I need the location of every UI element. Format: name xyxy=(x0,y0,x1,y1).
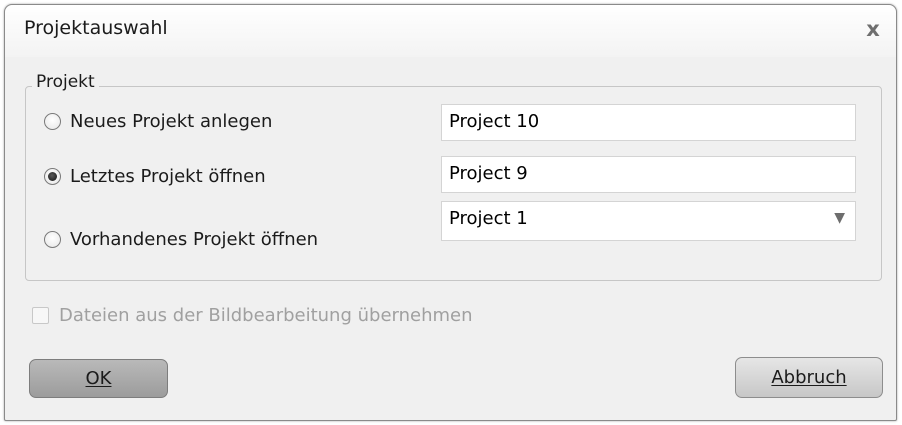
import-files-checkbox xyxy=(32,307,49,324)
close-button[interactable]: x xyxy=(858,14,888,44)
radio-button-last-project[interactable] xyxy=(44,168,61,185)
title-bar: Projektauswahl x xyxy=(5,5,896,57)
radio-button-new-project[interactable] xyxy=(44,113,61,130)
dialog-title: Projektauswahl xyxy=(24,17,168,39)
chevron-down-icon[interactable]: ▼ xyxy=(834,210,845,226)
existing-project-select[interactable]: Project 1 ▼ xyxy=(441,201,856,241)
radio-label-new-project: Neues Projekt anlegen xyxy=(70,111,273,132)
radio-label-existing-project: Vorhandenes Projekt öffnen xyxy=(70,229,319,250)
radio-last-project[interactable]: Letztes Projekt öffnen xyxy=(44,166,266,187)
cancel-button[interactable]: Abbruch xyxy=(735,357,883,398)
import-files-label: Dateien aus der Bildbearbeitung übernehm… xyxy=(59,305,473,326)
close-icon: x xyxy=(866,17,880,41)
radio-label-last-project: Letztes Projekt öffnen xyxy=(70,166,266,187)
radio-existing-project[interactable]: Vorhandenes Projekt öffnen xyxy=(44,229,318,250)
ok-button[interactable]: OK xyxy=(29,359,168,398)
radio-new-project[interactable]: Neues Projekt anlegen xyxy=(44,111,272,132)
radio-button-existing-project[interactable] xyxy=(44,231,61,248)
import-files-checkbox-row: Dateien aus der Bildbearbeitung übernehm… xyxy=(32,305,473,326)
group-legend: Projekt xyxy=(32,72,99,92)
last-project-name-field[interactable]: Project 9 xyxy=(441,156,856,193)
existing-project-selected-value: Project 1 xyxy=(449,208,528,229)
new-project-name-input[interactable]: Project 10 xyxy=(441,104,856,141)
